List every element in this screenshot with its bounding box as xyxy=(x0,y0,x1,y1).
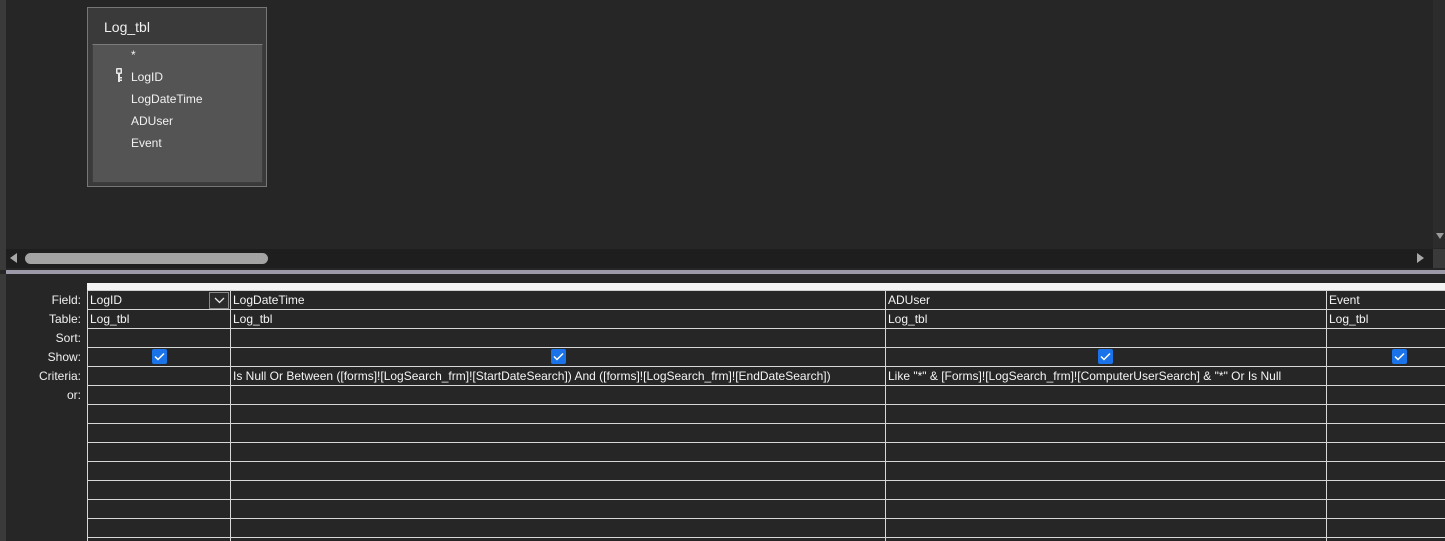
field-dropdown-button[interactable] xyxy=(209,292,229,309)
row-label-table: Table: xyxy=(48,312,81,326)
grid-cell-criteria-logdatetime[interactable]: Is Null Or Between ([forms]![LogSearch_f… xyxy=(230,367,885,386)
vertical-scrollbar[interactable] xyxy=(1433,0,1445,248)
checkmark-icon xyxy=(154,352,165,361)
field-list-item-logid[interactable]: LogID xyxy=(131,66,163,88)
grid-cell-table-logdatetime[interactable]: Log_tbl xyxy=(230,310,885,329)
field-list-item-event[interactable]: Event xyxy=(131,132,162,154)
field-list-item-logdatetime[interactable]: LogDateTime xyxy=(131,88,203,110)
pane-left-edge xyxy=(0,0,6,270)
vertical-scrollbar-track[interactable] xyxy=(1435,0,1443,222)
row-label-show: Show: xyxy=(47,350,81,364)
column-selector-bar[interactable] xyxy=(87,283,1445,291)
row-label-or: or: xyxy=(66,388,81,402)
show-checkbox-logid[interactable] xyxy=(152,349,167,364)
show-checkbox-aduser[interactable] xyxy=(1098,349,1113,364)
horizontal-scrollbar-thumb[interactable] xyxy=(25,253,268,264)
scroll-down-arrow-icon[interactable] xyxy=(1436,233,1444,239)
scroll-right-arrow-icon[interactable] xyxy=(1417,253,1424,263)
grid-cell-table-event[interactable]: Log_tbl xyxy=(1326,310,1445,329)
grid-cell-field-event[interactable]: Event xyxy=(1326,291,1445,310)
table-diagram-pane[interactable]: Log_tbl * LogID LogDateTime ADUser Event xyxy=(0,0,1445,270)
query-design-window: Log_tbl * LogID LogDateTime ADUser Event xyxy=(0,0,1445,541)
field-list-title[interactable]: Log_tbl xyxy=(104,19,150,35)
checkmark-icon xyxy=(553,352,564,361)
grid-cell-table-aduser[interactable]: Log_tbl xyxy=(885,310,1326,329)
field-list-item-aduser[interactable]: ADUser xyxy=(131,110,173,132)
checkmark-icon xyxy=(1394,352,1405,361)
scroll-left-arrow-icon[interactable] xyxy=(10,253,17,263)
grid-cell-field-logdatetime[interactable]: LogDateTime xyxy=(230,291,885,310)
show-checkbox-event[interactable] xyxy=(1392,349,1407,364)
grid-cell-field-aduser[interactable]: ADUser xyxy=(885,291,1326,310)
row-label-sort: Sort: xyxy=(55,331,81,345)
grid-cell-criteria-aduser[interactable]: Like "*" & [Forms]![LogSearch_frm]![Comp… xyxy=(885,367,1326,386)
field-list-item-all[interactable]: * xyxy=(131,44,136,66)
grid-cell-field-logid[interactable]: LogID xyxy=(87,291,209,310)
chevron-down-icon xyxy=(214,297,225,304)
show-checkbox-logdatetime[interactable] xyxy=(551,349,566,364)
field-list[interactable]: * LogID LogDateTime ADUser Event xyxy=(92,44,263,183)
primary-key-icon xyxy=(116,68,122,82)
field-list-window-log-tbl[interactable]: Log_tbl * LogID LogDateTime ADUser Event xyxy=(87,7,267,187)
checkmark-icon xyxy=(1100,352,1111,361)
grid-cell-table-logid[interactable]: Log_tbl xyxy=(87,310,230,329)
row-label-criteria: Criteria: xyxy=(38,369,81,383)
query-design-grid-pane: Field: Table: Sort: Show: Criteria: or: xyxy=(0,274,1445,541)
design-grid: LogID Log_tbl LogDateTime Log_tbl Is Nul… xyxy=(87,291,1445,541)
scrollbar-corner xyxy=(1433,249,1445,268)
horizontal-scrollbar[interactable] xyxy=(6,249,1433,268)
row-label-field: Field: xyxy=(51,293,81,307)
